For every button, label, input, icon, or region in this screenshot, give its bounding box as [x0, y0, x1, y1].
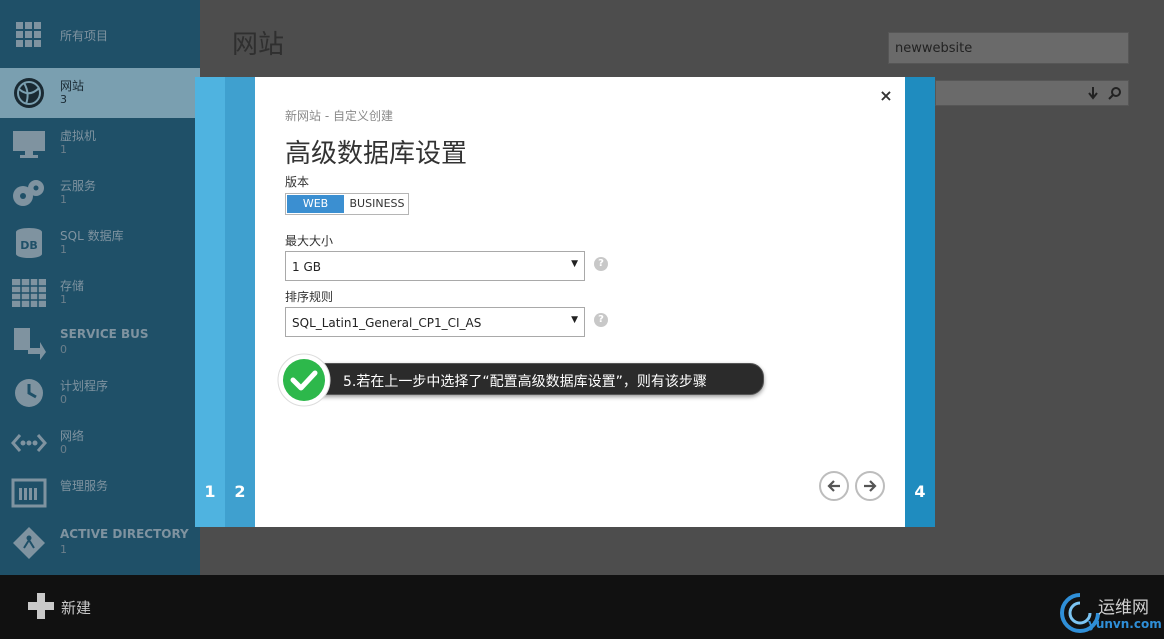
sidebar-item-count: 0 — [60, 443, 67, 456]
sidebar-item-count: 1 — [60, 293, 67, 306]
sidebar: 所有项目 网站 3 虚拟机 1 云服务 1 DB SQL 数据库 1 存储 1 … — [0, 0, 200, 575]
management-icon — [11, 478, 47, 508]
sidebar-item-label: 管理服务 — [60, 479, 109, 493]
search-value: newwebsite — [895, 41, 973, 56]
dropdown-arrow-icon: ▼ — [571, 259, 578, 269]
sidebar-item-count: 3 — [60, 93, 67, 106]
wizard-panel: × 新网站 - 自定义创建 高级数据库设置 版本 WEB BUSINESS 最大… — [255, 77, 905, 527]
page-title: 网站 — [232, 30, 285, 60]
collation-label: 排序规则 — [285, 290, 334, 304]
wizard-subtitle: 新网站 - 自定义创建 — [285, 109, 393, 123]
wizard-dialog: 1 2 4 × 新网站 - 自定义创建 高级数据库设置 版本 WEB BUSIN… — [195, 77, 935, 527]
edition-business-option[interactable]: BUSINESS — [346, 195, 408, 213]
sidebar-item-vms[interactable]: 虚拟机 1 — [0, 118, 200, 168]
max-size-label: 最大大小 — [285, 234, 334, 248]
help-icon[interactable]: ? — [594, 313, 608, 327]
sidebar-item-count: 1 — [60, 543, 67, 556]
logo-domain: yunvn.com — [1088, 617, 1162, 631]
edition-web-option[interactable]: WEB — [287, 195, 344, 213]
portal-window: 所有项目 网站 3 虚拟机 1 云服务 1 DB SQL 数据库 1 存储 1 … — [0, 0, 1164, 639]
database-icon: DB — [16, 228, 42, 258]
sidebar-item-networks[interactable]: 网络 0 — [0, 418, 200, 468]
monitor-icon — [13, 131, 45, 158]
sidebar-item-cloud-services[interactable]: 云服务 1 — [0, 168, 200, 218]
sidebar-item-label: ACTIVE DIRECTORY — [60, 527, 189, 541]
sidebar-item-count: 1 — [60, 193, 67, 206]
collation-select[interactable]: SQL_Latin1_General_CP1_CI_AS ▼ — [285, 307, 585, 337]
sidebar-item-active-directory[interactable]: ACTIVE DIRECTORY 1 — [0, 518, 200, 568]
watermark-logo: 运维网 yunvn.com — [1058, 591, 1162, 635]
sidebar-item-label: SQL 数据库 — [60, 229, 124, 243]
sort-down-icon[interactable] — [1086, 86, 1100, 100]
grid-icon — [16, 22, 41, 47]
sidebar-item-label: 虚拟机 — [60, 129, 97, 143]
max-size-select[interactable]: 1 GB ▼ — [285, 251, 585, 281]
close-button[interactable]: × — [877, 87, 895, 105]
service-bus-icon — [14, 328, 46, 360]
sidebar-item-label: 网络 — [60, 429, 85, 443]
arrow-left-icon — [827, 480, 840, 492]
sidebar-item-label: 网站 — [60, 79, 85, 93]
dropdown-arrow-icon: ▼ — [571, 315, 578, 325]
max-size-value: 1 GB — [292, 260, 321, 274]
logo-text: 运维网 — [1098, 598, 1149, 618]
table-icon — [12, 279, 46, 307]
collation-value: SQL_Latin1_General_CP1_CI_AS — [292, 316, 482, 330]
sidebar-item-service-bus[interactable]: SERVICE BUS 0 — [0, 318, 200, 368]
sidebar-item-label: 所有项目 — [60, 29, 109, 43]
wizard-title: 高级数据库设置 — [285, 139, 468, 169]
sidebar-item-all-items[interactable]: 所有项目 — [0, 10, 200, 60]
sidebar-item-count: 0 — [60, 343, 67, 356]
svg-text:DB: DB — [20, 239, 38, 252]
plus-icon — [28, 593, 54, 619]
command-bar — [0, 575, 1164, 639]
sidebar-item-count: 1 — [60, 243, 67, 256]
sidebar-item-sql-db[interactable]: DB SQL 数据库 1 — [0, 218, 200, 268]
search-icon[interactable] — [1108, 86, 1122, 100]
step-number: 2 — [234, 482, 246, 501]
gears-icon — [13, 180, 44, 206]
sidebar-item-storage[interactable]: 存储 1 — [0, 268, 200, 318]
sidebar-item-label: SERVICE BUS — [60, 327, 149, 341]
wizard-step-4[interactable]: 4 — [905, 77, 935, 527]
sidebar-item-label: 存储 — [60, 279, 85, 293]
wizard-step-2[interactable]: 2 — [225, 77, 255, 527]
annotation-callout: 5.若在上一步中选择了“配置高级数据库设置”，则有该步骤 — [300, 363, 764, 395]
sidebar-item-count: 1 — [60, 143, 67, 156]
help-icon[interactable]: ? — [594, 257, 608, 271]
directory-icon — [13, 527, 45, 559]
filter-bar[interactable] — [935, 80, 1129, 106]
network-icon — [11, 434, 47, 452]
new-button-label: 新建 — [61, 599, 92, 617]
check-icon — [277, 353, 331, 407]
sidebar-item-websites[interactable]: 网站 3 — [0, 68, 200, 118]
search-input[interactable]: newwebsite — [888, 32, 1129, 64]
clock-icon — [15, 379, 43, 407]
annotation-text: 5.若在上一步中选择了“配置高级数据库设置”，则有该步骤 — [343, 374, 707, 390]
sidebar-item-scheduler[interactable]: 计划程序 0 — [0, 368, 200, 418]
step-number: 1 — [204, 482, 216, 501]
sidebar-item-management[interactable]: 管理服务 — [0, 468, 200, 518]
globe-icon — [14, 78, 44, 108]
sidebar-item-label: 云服务 — [60, 179, 97, 193]
back-button[interactable] — [819, 471, 849, 501]
wizard-step-1[interactable]: 1 — [195, 77, 225, 527]
arrow-right-icon — [864, 480, 877, 492]
edition-label: 版本 — [285, 175, 310, 189]
sidebar-item-count: 0 — [60, 393, 67, 406]
step-number: 4 — [914, 482, 926, 501]
sidebar-item-label: 计划程序 — [60, 379, 109, 393]
next-button[interactable] — [855, 471, 885, 501]
edition-toggle: WEB BUSINESS — [285, 193, 409, 215]
new-button[interactable]: 新建 — [28, 593, 128, 621]
